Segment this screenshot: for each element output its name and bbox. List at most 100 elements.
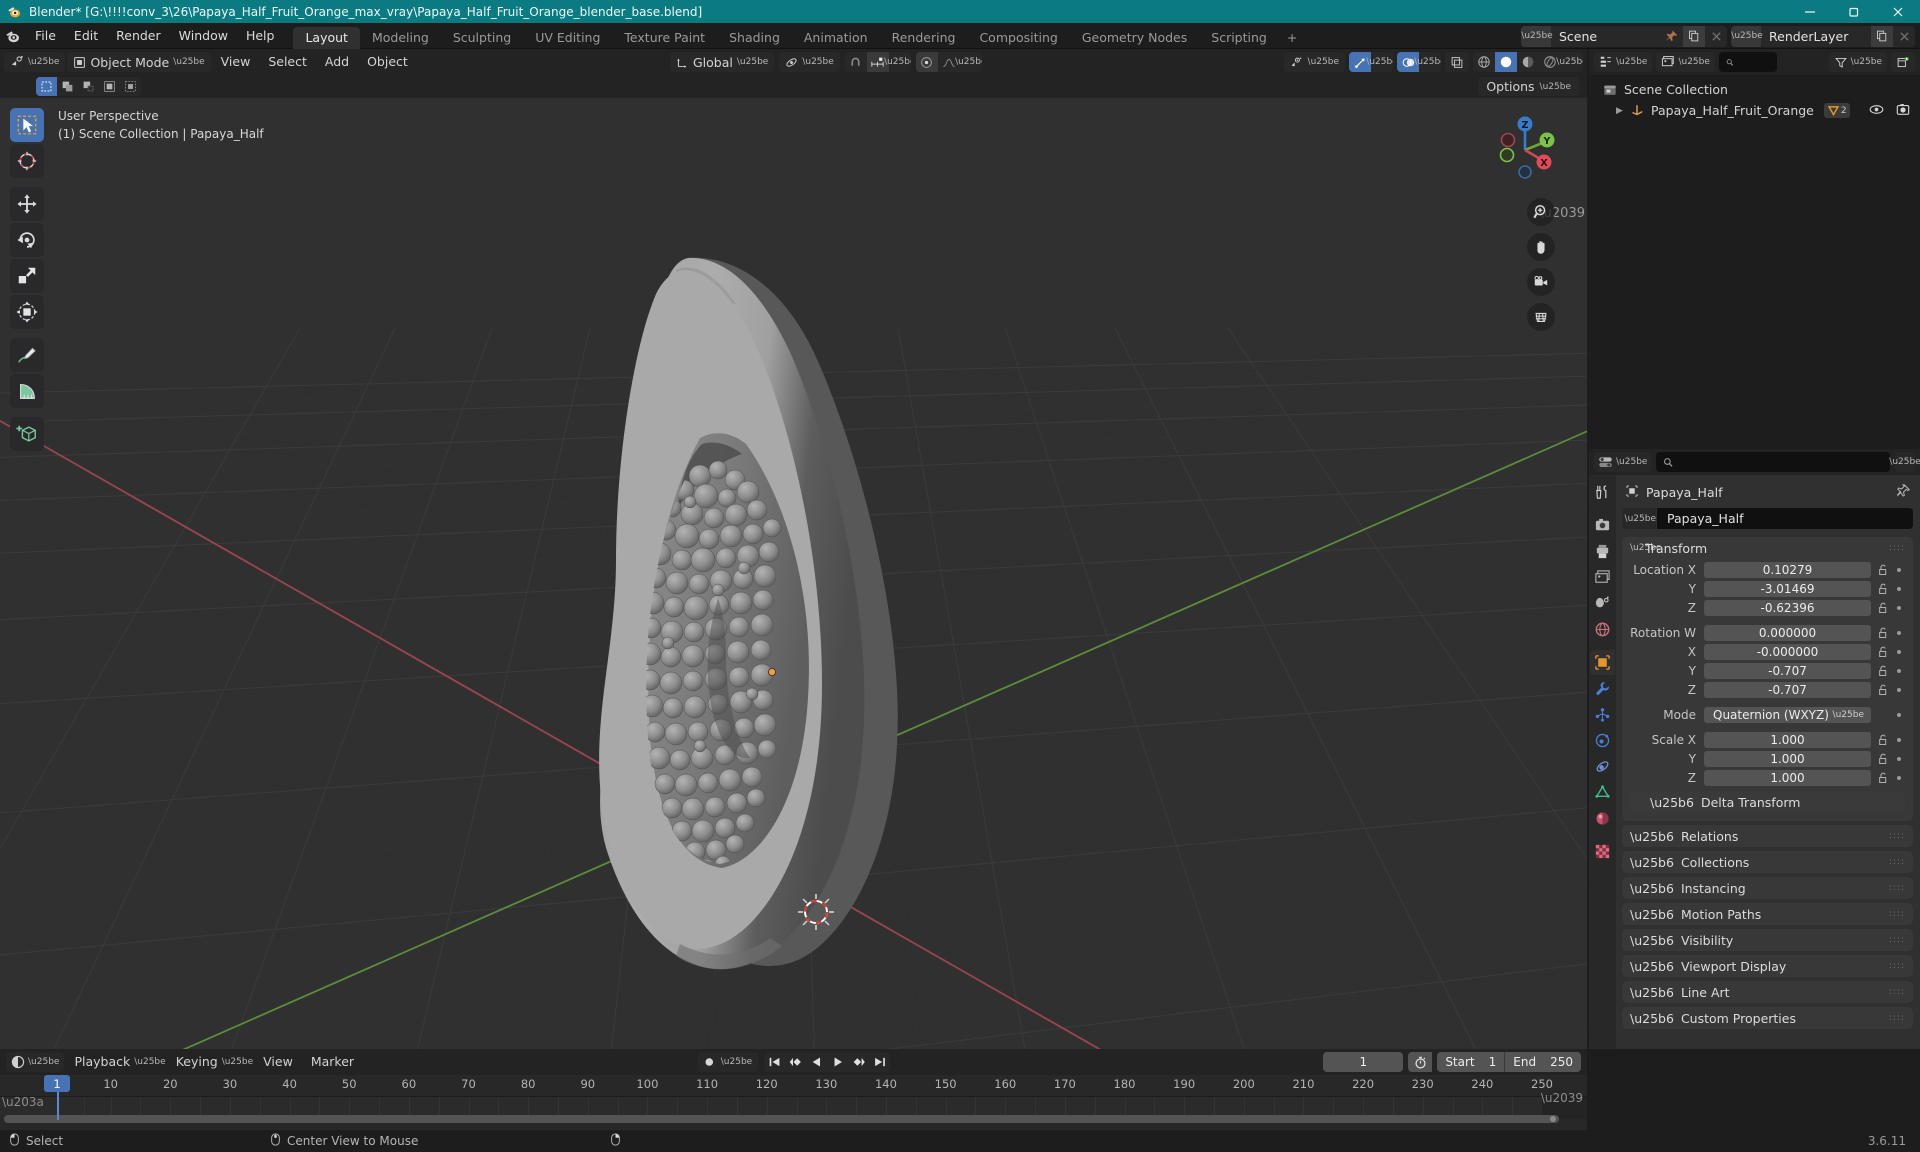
move-tool[interactable] [10, 187, 44, 221]
mesh-data-badge[interactable]: 2 [1823, 103, 1850, 118]
navigation-gizmo[interactable]: Z Y X [1485, 110, 1565, 190]
tab-modeling[interactable]: Modeling [360, 27, 441, 49]
timeline-menu-marker[interactable]: Marker [303, 1049, 362, 1075]
ortho-persp-icon[interactable] [1527, 303, 1555, 331]
panel-drag-grip[interactable]: :::: [1889, 884, 1905, 893]
chevron-right-icon[interactable]: \u25b6 [1630, 1011, 1674, 1026]
panel-line-art[interactable]: \u25b6 Line Art :::: [1622, 981, 1913, 1003]
lock-scale-y[interactable] [1875, 753, 1892, 765]
chevron-right-icon[interactable]: \u25b6 [1630, 907, 1674, 922]
visibility-selector[interactable]: \u25be [1283, 52, 1345, 72]
xray-toggle-icon[interactable] [1445, 52, 1469, 72]
panel-drag-grip[interactable]: :::: [1889, 858, 1905, 867]
pan-hand-icon[interactable] [1527, 233, 1555, 261]
tab-scripting[interactable]: Scripting [1199, 27, 1279, 49]
menu-window[interactable]: Window [170, 23, 237, 49]
camera-view-icon[interactable] [1527, 268, 1555, 296]
field-rotation-w[interactable]: 0.000000 [1704, 624, 1871, 641]
panel-drag-grip[interactable]: :::: [1889, 544, 1905, 553]
close-button[interactable] [1876, 0, 1920, 23]
panel-custom-properties[interactable]: \u25b6 Custom Properties :::: [1622, 1007, 1913, 1029]
delta-transform-panel[interactable]: \u25b6 Delta Transform [1630, 791, 1905, 813]
panel-instancing[interactable]: \u25b6 Instancing :::: [1622, 877, 1913, 899]
transform-orientation-selector[interactable]: Global \u25be [670, 52, 775, 72]
tab-geometry-nodes[interactable]: Geometry Nodes [1070, 27, 1199, 49]
tab-sculpting[interactable]: Sculpting [441, 27, 523, 49]
panel-drag-grip[interactable]: :::: [1889, 962, 1905, 971]
tab-modifier[interactable] [1590, 676, 1615, 701]
viewlayer-name-field[interactable]: RenderLayer [1761, 26, 1871, 47]
eye-icon[interactable] [1869, 103, 1884, 119]
viewport-menu-object[interactable]: Object [359, 49, 416, 75]
blender-menu-icon[interactable] [0, 28, 26, 44]
panel-visibility[interactable]: \u25b6 Visibility :::: [1622, 929, 1913, 951]
panel-drag-grip[interactable]: :::: [1889, 1014, 1905, 1023]
overlay-dropdown-caret[interactable]: \u25be [1414, 52, 1441, 72]
outliner-new-collection-button[interactable] [1891, 52, 1916, 72]
timeline-horizontal-scrollbar[interactable] [4, 1115, 1559, 1123]
tab-output[interactable] [1590, 539, 1615, 564]
prev-keyframe-button[interactable] [785, 1052, 806, 1072]
play-reverse-button[interactable] [806, 1052, 827, 1072]
rotate-tool[interactable] [10, 223, 44, 257]
field-scale-z[interactable]: 1.000 [1704, 769, 1871, 786]
animate-rotation-mode[interactable] [1892, 712, 1905, 717]
panel-motion-paths[interactable]: \u25b6 Motion Paths :::: [1622, 903, 1913, 925]
falloff-dropdown-caret[interactable]: \u25be [955, 52, 982, 72]
panel-drag-grip[interactable]: :::: [1889, 936, 1905, 945]
viewport-canvas[interactable]: User Perspective (1) Scene Collection | … [0, 98, 1587, 1049]
menu-render[interactable]: Render [107, 23, 170, 49]
field-location-z[interactable]: -0.62396 [1704, 599, 1871, 616]
tab-rendering[interactable]: Rendering [880, 27, 968, 49]
proportional-edit-icon[interactable] [915, 52, 938, 72]
outliner-search-field[interactable] [1739, 55, 1770, 69]
animate-rotation-x[interactable] [1892, 649, 1905, 654]
pin-id-icon[interactable] [1897, 484, 1911, 500]
tab-compositing[interactable]: Compositing [967, 27, 1069, 49]
current-frame-field[interactable]: 1 [1323, 1052, 1404, 1072]
tab-material[interactable] [1590, 806, 1615, 831]
scale-tool[interactable] [10, 259, 44, 293]
panel-drag-grip[interactable]: :::: [1889, 988, 1905, 997]
browse-object-button[interactable]: \u25be [1622, 508, 1656, 529]
chevron-right-icon[interactable]: \u25b6 [1630, 933, 1674, 948]
play-button[interactable] [827, 1052, 848, 1072]
chevron-down-icon[interactable]: \u25bc [1630, 543, 1661, 553]
animate-scale-z[interactable] [1892, 775, 1905, 780]
tab-uv-editing[interactable]: UV Editing [523, 27, 612, 49]
chevron-right-icon[interactable]: \u25b6 [1630, 881, 1674, 896]
use-preview-range-icon[interactable] [1408, 1052, 1433, 1072]
menu-edit[interactable]: Edit [65, 23, 107, 49]
lock-location-y[interactable] [1875, 583, 1892, 595]
maximize-button[interactable] [1832, 0, 1876, 23]
chevron-right-icon[interactable]: \u25b6 [1630, 959, 1674, 974]
jump-to-start-button[interactable] [764, 1052, 785, 1072]
tab-animation[interactable]: Animation [792, 27, 880, 49]
field-scale-y[interactable]: 1.000 [1704, 750, 1871, 767]
add-cube-tool[interactable] [10, 417, 44, 451]
properties-editor-type-selector[interactable]: \u25be [1594, 452, 1652, 472]
animate-location-x[interactable] [1892, 567, 1905, 572]
timeline-right-toggle-icon[interactable]: \u2039 [1541, 1091, 1583, 1105]
gizmo-dropdown-caret[interactable]: \u25be [1366, 52, 1393, 72]
pin-scene-icon[interactable] [1661, 26, 1683, 47]
lock-scale-x[interactable] [1875, 734, 1892, 746]
snap-dropdown-caret[interactable]: \u25be [884, 52, 911, 72]
viewlayer-datablock[interactable]: \u25be RenderLayer [1731, 25, 1915, 47]
object-name-field[interactable]: Papaya_Half [1657, 508, 1913, 529]
scene-icon[interactable]: \u25be [1521, 25, 1553, 47]
outliner-editor-type-selector[interactable]: \u25be [1594, 52, 1653, 72]
tab-object[interactable] [1590, 650, 1615, 675]
panel-viewport-display[interactable]: \u25b6 Viewport Display :::: [1622, 955, 1913, 977]
view-layer-icon[interactable]: \u25be [1731, 25, 1763, 47]
field-rotation-z[interactable]: -0.707 [1704, 681, 1871, 698]
interaction-mode-selector[interactable]: Object Mode \u25be [67, 52, 211, 72]
snap-pivot-selector[interactable]: \u25be [779, 52, 840, 72]
menu-help[interactable]: Help [237, 23, 284, 49]
properties-search-field[interactable] [1679, 455, 1883, 469]
select-invert-icon[interactable] [99, 77, 120, 96]
outliner-row-papaya-object[interactable]: ▶ Papaya_Half_Fruit_Orange 2 [1589, 100, 1920, 121]
tab-constraints[interactable] [1590, 754, 1615, 779]
tab-view-layer[interactable] [1590, 565, 1615, 590]
tab-world[interactable] [1590, 617, 1615, 642]
